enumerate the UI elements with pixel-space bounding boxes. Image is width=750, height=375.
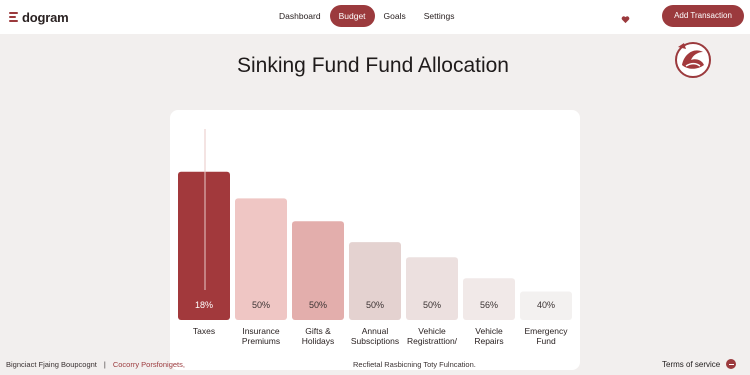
minus-circle-icon[interactable] (726, 359, 737, 369)
terms-of-service-link[interactable]: Terms of service (662, 359, 737, 369)
tab-dashboard[interactable]: Dashboard (270, 5, 330, 27)
terms-label: Terms of service (662, 359, 721, 369)
main-nav: Dashboard Budget Goals Settings (270, 5, 463, 27)
footer-accent-link[interactable]: Cocorry Porsfonigets, (113, 360, 185, 369)
allocation-bar-chart: 18% Taxes 50% Insurance Premiums 50% Gifts & Ho… (178, 129, 572, 346)
category-label-5: Vehicle Repairs (474, 326, 503, 346)
tab-goals[interactable]: Goals (375, 5, 415, 27)
category-label-3: Annual Subsciptions (351, 326, 399, 346)
logo-mark-icon (9, 11, 19, 23)
bar-value-label-4: 50% (423, 300, 441, 310)
footer-links: Bignciact Fjaing Boupcognt | Cocorry Porsf… (6, 360, 185, 369)
add-transaction-button[interactable]: Add Transaction (662, 5, 744, 27)
bar-value-label-2: 50% (309, 300, 327, 310)
top-navbar: dogram Dashboard Budget Goals Settings A… (0, 0, 750, 34)
footer-separator: | (103, 360, 106, 369)
brand-emblem-icon (672, 39, 714, 81)
category-label-2: Gifts & Holidays (302, 326, 335, 346)
app-logo[interactable]: dogram (9, 8, 69, 26)
footer-left-link[interactable]: Bignciact Fjaing Boupcognt (6, 360, 97, 369)
bar-value-label-1: 50% (252, 300, 270, 310)
heart-icon[interactable] (621, 11, 630, 24)
bar-value-label-5: 56% (480, 300, 498, 310)
bar-value-label-6: 40% (537, 300, 555, 310)
category-label-6: Emergency Fund (525, 326, 569, 346)
category-label-4: Vehicle Registrattion/ (407, 326, 458, 346)
category-label-1: Insurance Premiums (242, 326, 280, 346)
tab-budget[interactable]: Budget (329, 5, 375, 27)
footer-center-text: Recfietal Rasbicning Toty Fulncation. (353, 360, 476, 369)
bar-value-label-0: 18% (195, 300, 213, 310)
allocation-chart-card: 18% Taxes 50% Insurance Premiums 50% Gifts & Ho… (170, 110, 580, 370)
bar-0[interactable] (178, 171, 230, 320)
bar-4[interactable] (406, 257, 458, 320)
bar-value-label-3: 50% (366, 300, 384, 310)
tab-settings[interactable]: Settings (415, 5, 464, 27)
category-label-0: Taxes (193, 326, 215, 336)
app-name: dogram (22, 9, 69, 25)
page-title: Sinking Fund Fund Allocation (236, 54, 509, 77)
